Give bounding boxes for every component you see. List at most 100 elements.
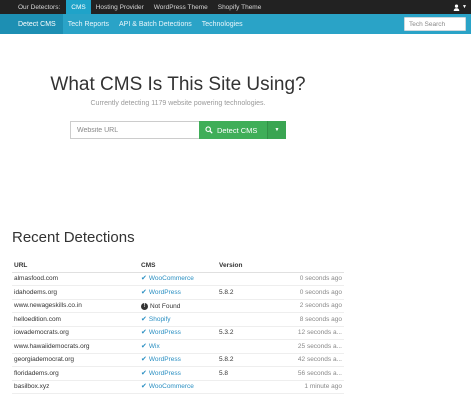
check-icon: ✔ bbox=[141, 275, 147, 283]
table-row: www.newageskills.co.in! Not Found 2 second… bbox=[12, 299, 344, 313]
cms-value: ✔ WordPress bbox=[141, 356, 181, 363]
detect-cms-button[interactable]: Detect CMS bbox=[199, 121, 267, 139]
check-icon: ✔ bbox=[141, 288, 147, 296]
user-icon bbox=[453, 3, 460, 11]
row-version: 5.8.2 bbox=[217, 285, 275, 300]
row-time: 0 seconds ago bbox=[275, 272, 344, 286]
table-row: georgiademocrat.org ✔ WordPress 5.8.2 42 sec… bbox=[12, 353, 344, 367]
table-row: almasfood.com ✔ WooCommerce 0 seconds ago bbox=[12, 272, 344, 286]
row-version: 5.8 bbox=[217, 366, 275, 381]
detectors-label: Our Detectors: bbox=[18, 3, 61, 11]
user-menu[interactable]: ▼ bbox=[453, 0, 467, 14]
cms-name: Wix bbox=[148, 342, 160, 350]
row-version bbox=[217, 380, 275, 394]
row-url[interactable]: iowademocrats.org bbox=[12, 326, 139, 340]
row-cms: ! Not Found bbox=[139, 299, 217, 313]
row-cms[interactable]: ✔ WooCommerce bbox=[139, 272, 217, 286]
sub-navbar: Detect CMS Tech Reports API & Batch Dete… bbox=[0, 14, 471, 34]
row-time: 0 seconds ago bbox=[275, 285, 344, 300]
row-cms[interactable]: ✔ WordPress bbox=[139, 326, 217, 340]
row-version bbox=[217, 312, 275, 327]
cms-name: WooCommerce bbox=[148, 275, 194, 283]
row-cms[interactable]: ✔ Shopify bbox=[139, 312, 217, 327]
row-version: 5.8.2 bbox=[217, 353, 275, 367]
check-icon: ✔ bbox=[141, 329, 147, 337]
recent-detections-heading: Recent Detections bbox=[12, 229, 135, 246]
row-time: 1 minute ago bbox=[275, 380, 344, 394]
row-url[interactable]: www.hawaiidemocrats.org bbox=[12, 339, 139, 354]
recent-detections-table: URL CMS Version almasfood.com ✔ WooCommerc… bbox=[12, 259, 344, 394]
row-url[interactable]: helloedition.com bbox=[12, 312, 139, 327]
cms-name: WordPress bbox=[148, 356, 181, 364]
nav-wordpress-theme[interactable]: WordPress Theme bbox=[149, 0, 213, 14]
cms-value: ✔ WordPress bbox=[141, 370, 181, 377]
row-time: 12 seconds a... bbox=[275, 326, 344, 340]
row-cms[interactable]: ✔ Wix bbox=[139, 339, 217, 354]
check-icon: ✔ bbox=[141, 342, 147, 350]
row-version: 5.3.2 bbox=[217, 326, 275, 340]
check-icon: ✔ bbox=[141, 356, 147, 364]
cms-value: ✔ Shopify bbox=[141, 316, 171, 323]
check-icon: ✔ bbox=[141, 383, 147, 391]
row-url[interactable]: georgiademocrat.org bbox=[12, 353, 139, 367]
row-cms[interactable]: ✔ WordPress bbox=[139, 353, 217, 367]
column-time bbox=[275, 259, 344, 273]
detect-options-dropdown[interactable]: ▼ bbox=[267, 121, 286, 139]
tab-tech-reports[interactable]: Tech Reports bbox=[63, 14, 114, 34]
column-cms: CMS bbox=[139, 259, 217, 273]
cms-value: ✔ WooCommerce bbox=[141, 275, 194, 282]
table-row: basilbox.xyz ✔ WooCommerce 1 minute ago bbox=[12, 380, 344, 394]
row-version bbox=[217, 272, 275, 286]
table-row: floridadems.org ✔ WordPress 5.8 56 seconds a… bbox=[12, 366, 344, 381]
cms-value: ✔ Wix bbox=[141, 343, 160, 350]
table-row: idahodems.org ✔ WordPress 5.8.2 0 seconds ag… bbox=[12, 285, 344, 300]
detect-cms-label: Detect CMS bbox=[217, 125, 258, 135]
row-url[interactable]: idahodems.org bbox=[12, 285, 139, 300]
row-url[interactable]: floridadems.org bbox=[12, 366, 139, 381]
top-navbar: Our Detectors: CMS Hosting Provider Word… bbox=[0, 0, 471, 14]
cms-name: WooCommerce bbox=[148, 383, 194, 391]
row-time: 42 seconds a... bbox=[275, 353, 344, 367]
nav-hosting-provider[interactable]: Hosting Provider bbox=[91, 0, 149, 14]
cms-name: Not Found bbox=[150, 302, 181, 310]
cms-name: Shopify bbox=[148, 315, 171, 323]
nav-cms[interactable]: CMS bbox=[66, 0, 91, 14]
row-time: 25 seconds a... bbox=[275, 339, 344, 354]
cms-value: ✔ WordPress bbox=[141, 289, 181, 296]
row-url[interactable]: almasfood.com bbox=[12, 272, 139, 286]
cms-value: ✔ WordPress bbox=[141, 329, 181, 336]
chevron-down-icon: ▼ bbox=[274, 127, 280, 133]
search-icon bbox=[205, 126, 213, 134]
row-url[interactable]: basilbox.xyz bbox=[12, 380, 139, 394]
table-row: helloedition.com ✔ Shopify 8 seconds ago bbox=[12, 312, 344, 327]
exclamation-icon: ! bbox=[141, 302, 148, 310]
check-icon: ✔ bbox=[141, 369, 147, 377]
column-version: Version bbox=[217, 259, 275, 273]
nav-shopify-theme[interactable]: Shopify Theme bbox=[213, 0, 267, 14]
table-row: www.hawaiidemocrats.org ✔ Wix 25 seconds a.… bbox=[12, 339, 344, 354]
tech-search-input[interactable] bbox=[404, 17, 466, 31]
chevron-down-icon: ▼ bbox=[462, 4, 467, 10]
row-version bbox=[217, 339, 275, 354]
row-time: 8 seconds ago bbox=[275, 312, 344, 327]
tab-detect-cms[interactable]: Detect CMS bbox=[0, 14, 63, 34]
table-header-row: URL CMS Version bbox=[12, 259, 344, 273]
cms-value: ! Not Found bbox=[141, 302, 181, 310]
row-cms[interactable]: ✔ WordPress bbox=[139, 285, 217, 300]
row-time: 2 seconds ago bbox=[275, 299, 344, 313]
row-version bbox=[217, 299, 275, 313]
page-subtitle: Currently detecting 1179 website powerin… bbox=[90, 100, 266, 107]
cms-name: WordPress bbox=[148, 288, 181, 296]
row-cms[interactable]: ✔ WooCommerce bbox=[139, 380, 217, 394]
table-row: iowademocrats.org ✔ WordPress 5.3.2 12 secon… bbox=[12, 326, 344, 340]
row-url[interactable]: www.newageskills.co.in bbox=[12, 299, 139, 313]
page-title: What CMS Is This Site Using? bbox=[50, 74, 306, 95]
row-time: 56 seconds a... bbox=[275, 366, 344, 381]
tab-api-batch[interactable]: API & Batch Detections bbox=[114, 14, 197, 34]
cms-name: WordPress bbox=[148, 369, 181, 377]
column-url: URL bbox=[12, 259, 139, 273]
website-url-input[interactable] bbox=[70, 121, 199, 139]
row-cms[interactable]: ✔ WordPress bbox=[139, 366, 217, 381]
tab-technologies[interactable]: Technologies bbox=[197, 14, 248, 34]
check-icon: ✔ bbox=[141, 315, 147, 323]
